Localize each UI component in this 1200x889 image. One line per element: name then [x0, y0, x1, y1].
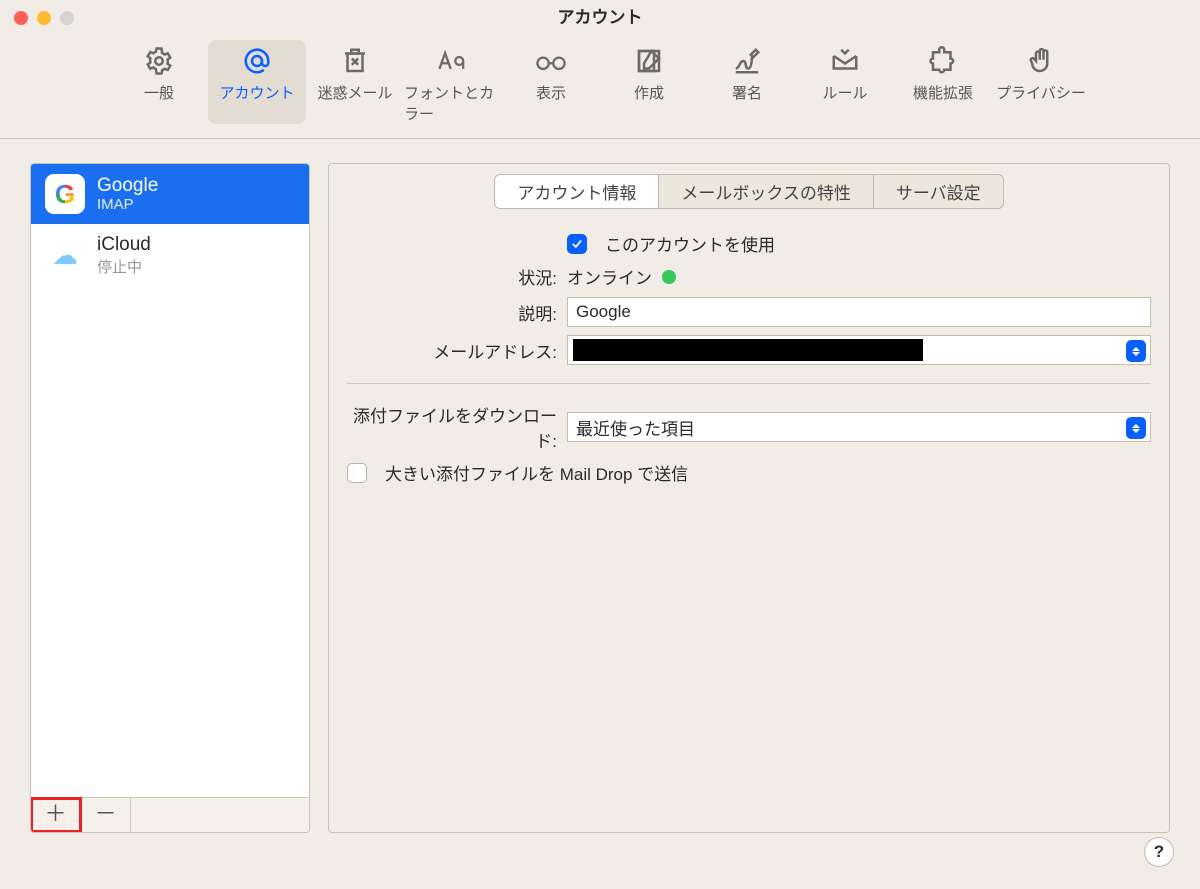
account-name: iCloud — [97, 234, 151, 256]
tab-privacy[interactable]: プライバシー — [992, 40, 1090, 124]
sidebar-footer-spacer — [131, 798, 309, 832]
seg-mailbox-behavior[interactable]: メールボックスの特性 — [659, 174, 874, 209]
tab-fonts[interactable]: フォントとカラー — [404, 40, 502, 124]
tab-label: プライバシー — [996, 82, 1086, 103]
tab-composing[interactable]: 作成 — [600, 40, 698, 124]
email-address-select[interactable] — [567, 335, 1151, 365]
tab-label: 機能拡張 — [913, 82, 973, 103]
download-attachments-select[interactable]: 最近使った項目 — [567, 412, 1151, 442]
maildrop-label: 大きい添付ファイルを Mail Drop で送信 — [385, 460, 688, 485]
tab-label: 署名 — [732, 82, 762, 103]
download-attachments-label: 添付ファイルをダウンロード: — [347, 402, 567, 452]
tab-label: 一般 — [144, 82, 174, 103]
status-label: 状況: — [347, 264, 567, 289]
status-online-icon — [662, 270, 676, 284]
tab-general[interactable]: 一般 — [110, 40, 208, 124]
account-name: Google — [97, 175, 158, 197]
tab-label: 表示 — [536, 82, 566, 103]
font-icon — [435, 46, 471, 76]
account-row-google[interactable]: G Google IMAP — [31, 164, 309, 224]
tab-label: ルール — [822, 82, 867, 103]
hand-icon — [1023, 46, 1059, 76]
description-label: 説明: — [347, 300, 567, 325]
cloud-icon: ☁ — [45, 235, 85, 275]
tab-label: アカウント — [219, 82, 294, 103]
accounts-sidebar: G Google IMAP ☁ iCloud 停止中 ＋ － — [30, 163, 310, 833]
tab-viewing[interactable]: 表示 — [502, 40, 600, 124]
tab-rules[interactable]: ルール — [796, 40, 894, 124]
glasses-icon — [533, 46, 569, 76]
seg-server-settings[interactable]: サーバ設定 — [874, 174, 1004, 209]
seg-account-info[interactable]: アカウント情報 — [494, 174, 659, 209]
window-title: アカウント — [558, 8, 643, 27]
account-sub: 停止中 — [97, 256, 151, 277]
separator — [347, 383, 1151, 384]
trash-x-icon — [337, 46, 373, 76]
add-account-button[interactable]: ＋ — [31, 798, 81, 832]
chevron-updown-icon — [1126, 340, 1146, 362]
email-label: メールアドレス: — [347, 338, 567, 363]
tab-accounts[interactable]: アカウント — [208, 40, 306, 124]
window-minimize-button[interactable] — [37, 11, 51, 25]
google-icon: G — [45, 174, 85, 214]
puzzle-icon — [925, 46, 961, 76]
window-zoom-button[interactable] — [60, 11, 74, 25]
compose-icon — [631, 46, 667, 76]
tab-junk[interactable]: 迷惑メール — [306, 40, 404, 124]
at-icon — [239, 46, 275, 76]
signature-icon — [729, 46, 765, 76]
chevron-updown-icon — [1126, 417, 1146, 439]
account-detail-panel: アカウント情報 メールボックスの特性 サーバ設定 このアカウントを使用 状況: … — [328, 163, 1170, 833]
help-button[interactable]: ? — [1144, 837, 1174, 867]
tab-label: 迷惑メール — [317, 82, 392, 103]
account-row-icloud[interactable]: ☁ iCloud 停止中 — [31, 224, 309, 287]
account-sub: IMAP — [97, 196, 158, 213]
tab-extensions[interactable]: 機能拡張 — [894, 40, 992, 124]
tab-label: 作成 — [634, 82, 664, 103]
tab-label: フォントとカラー — [404, 82, 502, 124]
description-value: Google — [576, 302, 631, 322]
description-field[interactable]: Google — [567, 297, 1151, 327]
gear-icon — [141, 46, 177, 76]
download-attachments-value: 最近使った項目 — [576, 415, 695, 440]
status-value: オンライン — [567, 264, 652, 289]
maildrop-checkbox[interactable] — [347, 463, 367, 483]
window-close-button[interactable] — [14, 11, 28, 25]
enable-account-checkbox[interactable] — [567, 234, 587, 254]
preferences-toolbar: 一般 アカウント 迷惑メール フォントとカラー 表示 作成 署名 — [0, 36, 1200, 139]
remove-account-button[interactable]: － — [81, 798, 131, 832]
enable-account-label: このアカウントを使用 — [605, 231, 775, 256]
tab-signatures[interactable]: 署名 — [698, 40, 796, 124]
rules-icon — [827, 46, 863, 76]
